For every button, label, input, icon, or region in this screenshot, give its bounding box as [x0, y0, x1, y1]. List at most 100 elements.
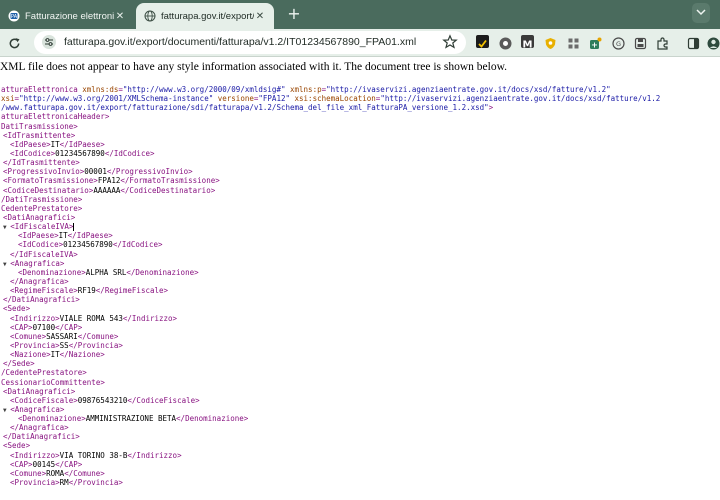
xml-line: <IdCodice>01234567890</IdCodice> — [0, 149, 720, 158]
xml-tag: <ProgressivoInvio> — [3, 167, 85, 177]
reload-icon — [9, 37, 20, 48]
puzzle-icon[interactable] — [656, 35, 669, 50]
close-icon[interactable]: ✕ — [254, 11, 266, 22]
xml-tag: </Indirizzo> — [127, 450, 182, 460]
xml-line: <Provincia>RM</Provincia> — [0, 478, 720, 487]
xml-tag: <IdFiscaleIVA> — [10, 222, 74, 232]
xml-line: </Anagrafica> — [0, 423, 720, 432]
site-info-icon[interactable] — [42, 35, 56, 49]
xml-tag: </ProgressivoInvio> — [106, 167, 193, 177]
xml-tag: > — [488, 103, 494, 113]
xml-tag: <IdCodice> — [18, 240, 64, 250]
xml-text-value: ALPHA SRL — [85, 267, 127, 277]
xml-tag: <Anagrafica> — [10, 258, 65, 268]
xml-text-value: 00145 — [32, 459, 56, 469]
shield-extension-icon[interactable] — [544, 35, 557, 49]
new-tab-button[interactable]: + — [284, 4, 304, 24]
xml-text-value: IT — [50, 139, 60, 149]
xml-tag: </IdPaese> — [67, 231, 113, 241]
plus-extension-icon[interactable]: + — [589, 35, 602, 50]
xml-attribute-name: xsi — [1, 94, 15, 104]
xml-line: <IdTrasmittente> — [0, 131, 720, 140]
chrome-icon[interactable] — [499, 35, 512, 50]
xml-text-value: IT — [50, 350, 60, 360]
bookmark-star-icon[interactable] — [442, 34, 458, 50]
xml-line: <Nazione>IT</Nazione> — [0, 350, 720, 359]
xml-line: <Denominazione>ALPHA SRL</Denominazione> — [0, 268, 720, 277]
xml-line: <CodiceFiscale>09876543210</CodiceFiscal… — [0, 396, 720, 405]
xml-tag: <Nazione> — [10, 350, 51, 360]
tab-title: Fatturazione elettronica PA - Fo — [25, 10, 114, 22]
xml-tag: </IdPaese> — [59, 139, 105, 149]
svg-text:+: + — [591, 41, 598, 50]
xml-tag: <CodiceDestinatario> — [3, 185, 94, 195]
xml-line: CessionarioCommittente> — [0, 378, 720, 387]
xml-line: <Comune>SASSARI</Comune> — [0, 332, 720, 341]
xml-text-value: AAAAAA — [93, 185, 121, 195]
tab-title: fatturapa.gov.it/export/docume — [161, 10, 254, 22]
xml-line: <Indirizzo>VIALE ROMA 543</Indirizzo> — [0, 314, 720, 323]
xml-attribute-name: xmlns:p — [290, 85, 322, 94]
save-extension-icon[interactable] — [634, 35, 647, 50]
svg-text:PA: PA — [11, 14, 18, 20]
xml-tag: </CodiceFiscale> — [127, 395, 200, 405]
xml-text-value: 07100 — [32, 322, 56, 332]
xml-line: </Anagrafica> — [0, 277, 720, 286]
text-cursor — [73, 223, 75, 232]
xml-line: CedentePrestatore> — [0, 204, 720, 213]
xml-line: /DatiTrasmissione> — [0, 195, 720, 204]
xml-attribute-value: "http://www.w3.org/2000/09/xmldsig#" — [122, 85, 286, 94]
xml-attribute-name: xsi:schemaLocation — [294, 94, 376, 104]
xml-tag: </Indirizzo> — [122, 313, 178, 323]
xml-tag: </Denominazione> — [176, 414, 249, 424]
grid-extension-icon[interactable] — [567, 35, 580, 49]
xml-tag: <FormatoTrasmissione> — [3, 176, 98, 186]
xml-text-value: FPA12 — [97, 176, 121, 186]
xml-tag: <IdPaese> — [18, 231, 59, 241]
xml-attribute-value: /www.fatturapa.gov.it/export/fatturazion… — [1, 103, 489, 113]
reload-button[interactable] — [4, 33, 24, 53]
xml-line: atturaElettronica xmlns:ds="http://www.w… — [0, 85, 720, 94]
globe-icon — [144, 10, 156, 22]
xml-line: <CAP>00145</CAP> — [0, 460, 720, 469]
xml-text-value: ROMA — [46, 468, 65, 478]
url-text[interactable]: fatturapa.gov.it/export/documenti/fattur… — [64, 31, 416, 54]
xml-tag: <Provincia> — [10, 478, 60, 488]
address-bar[interactable]: fatturapa.gov.it/export/documenti/fattur… — [34, 31, 466, 54]
xml-attribute-value: "http://www.w3.org/2001/XMLSchema-instan… — [19, 94, 214, 104]
xml-line: </IdFiscaleIVA> — [0, 250, 720, 259]
xml-line: <FormatoTrasmissione>FPA12</FormatoTrasm… — [0, 176, 720, 185]
xml-tag: atturaElettronica — [1, 85, 83, 94]
tab-search-button[interactable] — [692, 3, 710, 23]
xml-line: </Sede> — [0, 359, 720, 368]
xml-tag: <Indirizzo> — [10, 450, 60, 460]
xml-text-value: 01234567890 — [55, 148, 105, 158]
close-icon[interactable]: ✕ — [114, 11, 126, 22]
translate-extension-icon[interactable]: G — [612, 35, 625, 50]
xml-line: </IdTrasmittente> — [0, 158, 720, 167]
chevron-down-icon — [696, 9, 706, 16]
xml-tag: <DatiAnagrafici> — [3, 212, 76, 222]
account-icon[interactable] — [707, 35, 720, 50]
xml-line: <Sede> — [0, 441, 720, 450]
svg-text:M: M — [523, 40, 533, 51]
xml-tag: <RegimeFiscale> — [10, 286, 78, 296]
xml-line: <IdPaese>IT</IdPaese> — [0, 140, 720, 149]
xml-tag: <Provincia> — [10, 340, 60, 350]
xml-tag: <Denominazione> — [18, 414, 86, 424]
xml-attribute-value: "FPA12" — [258, 94, 290, 104]
tab-fatturazione-elettronica[interactable]: PA Fatturazione elettronica PA - Fo ✕ — [0, 3, 134, 29]
tab-xml-document[interactable]: fatturapa.gov.it/export/docume ✕ — [136, 3, 274, 29]
svg-text:G: G — [616, 40, 621, 48]
xml-line: <RegimeFiscale>RF19</RegimeFiscale> — [0, 286, 720, 295]
extension-icon[interactable] — [476, 35, 489, 48]
xml-tag: </Comune> — [64, 468, 105, 478]
xml-tag: CessionarioCommittente> — [1, 377, 105, 387]
xml-tag: <IdPaese> — [10, 139, 51, 149]
xml-tag: DatiTrasmissione> — [1, 121, 78, 131]
sidebar-icon[interactable] — [687, 35, 700, 50]
xml-text-value: RF19 — [77, 286, 96, 296]
xml-attribute-name: versione — [217, 94, 254, 104]
gmail-icon[interactable]: M — [521, 35, 534, 51]
xml-line: /CedentePrestatore> — [0, 368, 720, 377]
